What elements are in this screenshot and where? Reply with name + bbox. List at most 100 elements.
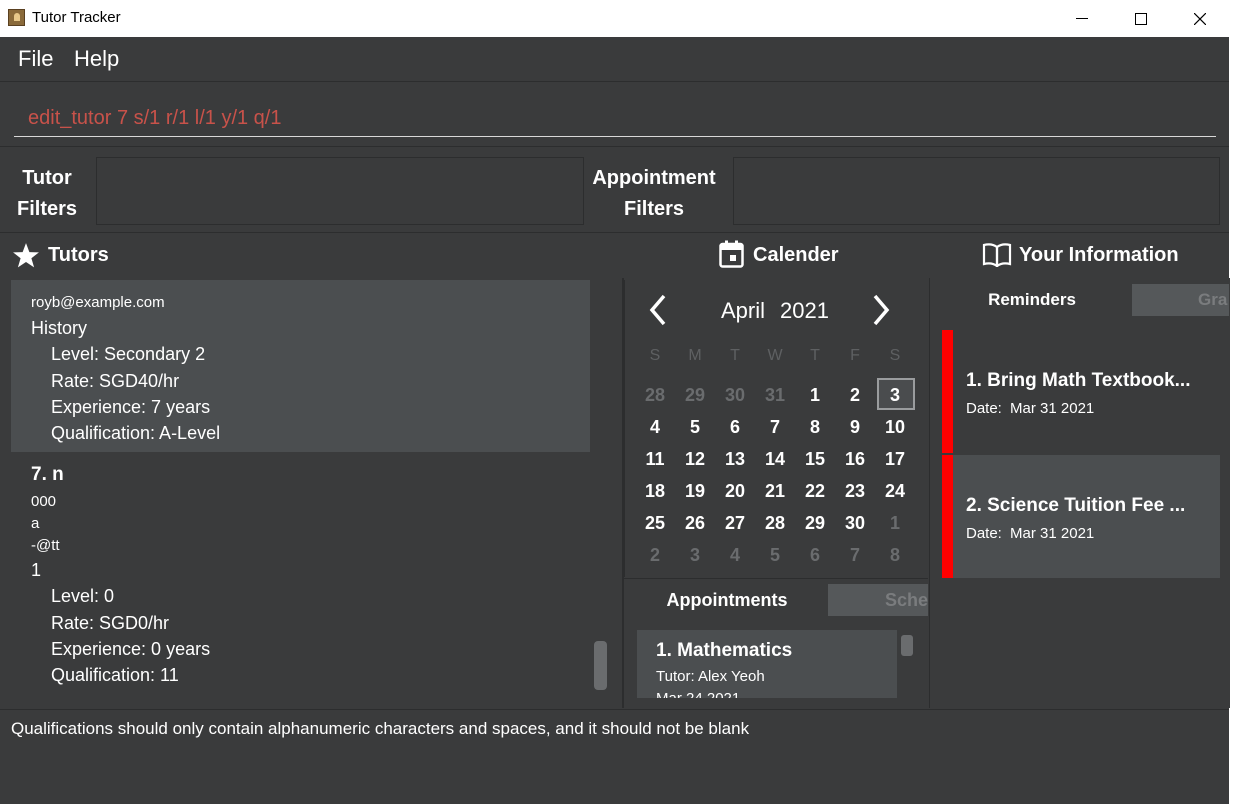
calendar-day[interactable]: 26 bbox=[675, 507, 715, 539]
appointment-filters-label-line1: Appointment bbox=[592, 167, 716, 189]
calendar-day[interactable]: 30 bbox=[835, 507, 875, 539]
calendar-day[interactable]: 5 bbox=[675, 411, 715, 443]
calendar-day[interactable]: 1 bbox=[875, 507, 915, 539]
menu-help[interactable]: Help bbox=[74, 46, 119, 72]
calendar-day[interactable]: 15 bbox=[795, 443, 835, 475]
calendar-day[interactable]: 28 bbox=[635, 379, 675, 411]
weekday-label: T bbox=[730, 347, 740, 364]
calendar-day[interactable]: 19 bbox=[675, 475, 715, 507]
appointment-card[interactable]: 1. Mathematics Tutor: Alex Yeoh Mar 24 2… bbox=[637, 630, 897, 698]
window-title: Tutor Tracker bbox=[32, 9, 121, 26]
calendar-day[interactable]: 3 bbox=[675, 539, 715, 571]
calendar-day[interactable]: 3 bbox=[875, 379, 915, 411]
tutor-qualification: Qualification: A-Level bbox=[51, 423, 221, 443]
appointment-title: 1. Mathematics bbox=[656, 640, 793, 661]
calendar-day[interactable]: 24 bbox=[875, 475, 915, 507]
calendar-day[interactable]: 10 bbox=[875, 411, 915, 443]
reminder-color-bar bbox=[942, 330, 953, 453]
calendar-day[interactable]: 13 bbox=[715, 443, 755, 475]
calendar-day[interactable]: 29 bbox=[795, 507, 835, 539]
calendar-day[interactable]: 25 bbox=[635, 507, 675, 539]
calendar-day[interactable]: 6 bbox=[715, 411, 755, 443]
calendar-day[interactable]: 31 bbox=[755, 379, 795, 411]
tutor-filters-label-line2: Filters bbox=[16, 198, 78, 220]
calendar-day[interactable]: 11 bbox=[635, 443, 675, 475]
minimize-button[interactable] bbox=[1059, 0, 1105, 37]
reminder-date: Date: Mar 31 2021 bbox=[966, 400, 1094, 417]
tutor-level: Level: 0 bbox=[51, 586, 115, 606]
calendar-day[interactable]: 28 bbox=[755, 507, 795, 539]
calendar-day[interactable]: 5 bbox=[755, 539, 795, 571]
reminder-card[interactable]: 1. Bring Math Textbook... Date: Mar 31 2… bbox=[942, 330, 1220, 453]
tutor-filters-label: Tutor Filters bbox=[12, 163, 82, 225]
weekday-label: S bbox=[889, 347, 901, 364]
calendar-day[interactable]: 2 bbox=[635, 539, 675, 571]
tab-schedule[interactable]: Sche bbox=[828, 584, 928, 616]
calendar-day[interactable]: 17 bbox=[875, 443, 915, 475]
reminder-card[interactable]: 2. Science Tuition Fee ... Date: Mar 31 … bbox=[942, 455, 1220, 578]
calendar-day[interactable]: 21 bbox=[755, 475, 795, 507]
calendar-day[interactable]: 29 bbox=[675, 379, 715, 411]
calendar-day[interactable]: 4 bbox=[715, 539, 755, 571]
tutor-list[interactable]: royb@example.com History Level: Secondar… bbox=[11, 280, 611, 696]
calendar-day[interactable]: 6 bbox=[795, 539, 835, 571]
calendar-day[interactable]: 14 bbox=[755, 443, 795, 475]
tutor-list-scrollbar[interactable] bbox=[594, 641, 607, 690]
close-button[interactable] bbox=[1177, 0, 1223, 37]
tutor-name: 7. n bbox=[31, 464, 64, 485]
appointment-tutor: Tutor: Alex Yeoh bbox=[656, 668, 765, 685]
calendar-day[interactable]: 4 bbox=[635, 411, 675, 443]
tutor-rate: Rate: SGD40/hr bbox=[51, 371, 180, 391]
calendar-year: 2021 bbox=[780, 298, 829, 323]
menu-file[interactable]: File bbox=[18, 46, 53, 72]
calendar-day[interactable]: 8 bbox=[875, 539, 915, 571]
calendar-day[interactable]: 7 bbox=[835, 539, 875, 571]
calendar-day[interactable]: 20 bbox=[715, 475, 755, 507]
calendar-day[interactable]: 30 bbox=[715, 379, 755, 411]
tutor-qualification: Qualification: 11 bbox=[51, 665, 179, 685]
weekday-label: F bbox=[850, 347, 860, 364]
tutor-card-selected[interactable]: royb@example.com History Level: Secondar… bbox=[11, 280, 590, 452]
calendar-day[interactable]: 22 bbox=[795, 475, 835, 507]
appointment-filters-box[interactable] bbox=[733, 157, 1220, 225]
appointment-scrollbar[interactable] bbox=[901, 635, 913, 656]
calendar-day[interactable]: 9 bbox=[835, 411, 875, 443]
calendar-day[interactable]: 7 bbox=[755, 411, 795, 443]
reminder-date-value: Mar 31 2021 bbox=[1010, 400, 1095, 417]
calendar-day[interactable]: 12 bbox=[675, 443, 715, 475]
appointment-filters-label: Appointment Filters bbox=[588, 163, 720, 225]
calendar-day[interactable]: 23 bbox=[835, 475, 875, 507]
calendar-day[interactable]: 2 bbox=[835, 379, 875, 411]
tutors-header: Tutors bbox=[48, 244, 109, 266]
prev-month-button[interactable] bbox=[646, 293, 670, 327]
calendar-day[interactable]: 1 bbox=[795, 379, 835, 411]
calendar-month: April bbox=[721, 298, 766, 323]
reminder-title: 1. Bring Math Textbook... bbox=[966, 370, 1191, 391]
calendar-day[interactable]: 18 bbox=[635, 475, 675, 507]
tutor-filters-box[interactable] bbox=[96, 157, 584, 225]
command-input[interactable] bbox=[14, 101, 1216, 137]
tutor-card[interactable]: 7. n 000 a -@tt 1 Level: 0 Rate: SGD0/hr… bbox=[11, 453, 590, 696]
weekday-label: M bbox=[688, 347, 702, 364]
reminder-date-label: Date: bbox=[966, 525, 1002, 542]
next-month-button[interactable] bbox=[869, 293, 893, 327]
tutor-address: a bbox=[31, 515, 40, 532]
tutor-experience: Experience: 0 years bbox=[51, 639, 211, 659]
calendar-day[interactable]: 16 bbox=[835, 443, 875, 475]
weekday-label: W bbox=[767, 347, 783, 364]
maximize-button[interactable] bbox=[1118, 0, 1164, 37]
calendar-day[interactable]: 8 bbox=[795, 411, 835, 443]
tab-appointments[interactable]: Appointments bbox=[628, 584, 826, 616]
tab-reminders[interactable]: Reminders bbox=[934, 284, 1130, 316]
reminder-date-label: Date: bbox=[966, 400, 1002, 417]
calendar-day[interactable]: 27 bbox=[715, 507, 755, 539]
tutor-phone: 000 bbox=[31, 493, 57, 510]
book-icon bbox=[982, 243, 1012, 272]
weekday-label: T bbox=[810, 347, 820, 364]
reminder-title: 2. Science Tuition Fee ... bbox=[966, 495, 1186, 516]
tab-grades[interactable]: Gra bbox=[1132, 284, 1229, 316]
tutor-email: -@tt bbox=[31, 537, 60, 554]
tutor-rate: Rate: SGD0/hr bbox=[51, 613, 170, 633]
chevron-right-icon bbox=[873, 294, 890, 326]
menu-bar bbox=[0, 37, 1229, 82]
